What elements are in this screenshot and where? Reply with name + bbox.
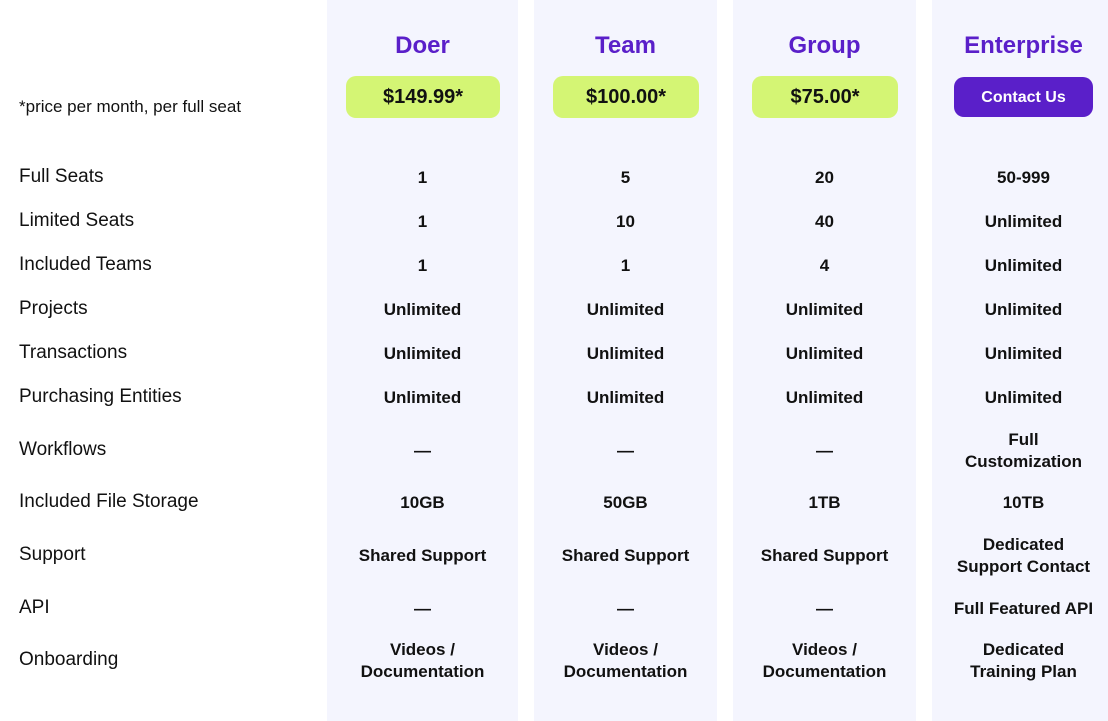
feature-value: Unlimited	[785, 388, 864, 407]
feature-value: Videos / Documentation	[360, 640, 485, 681]
feature-value: Shared Support	[561, 546, 690, 565]
feature-label: Transactions	[19, 342, 128, 363]
feature-value: Full Customization	[964, 430, 1083, 471]
feature-value: Unlimited	[984, 300, 1063, 319]
feature-value: 10	[616, 212, 635, 231]
feature-value: Dedicated Support Contact	[956, 535, 1091, 576]
feature-value: Shared Support	[358, 546, 487, 565]
price-badge-doer: $149.99*	[346, 76, 500, 118]
feature-value: 5	[620, 168, 631, 187]
feature-value: Unlimited	[984, 256, 1063, 275]
feature-value: Unlimited	[785, 344, 864, 363]
plan-name-group: Group	[788, 32, 861, 59]
feature-value: Unlimited	[383, 300, 462, 319]
feature-value: Full Featured API	[953, 599, 1094, 618]
feature-value: 40	[815, 212, 834, 231]
price-badge-team: $100.00*	[553, 76, 699, 118]
feature-value: Shared Support	[760, 546, 889, 565]
feature-value: 1	[620, 256, 631, 275]
feature-value: 1	[417, 256, 428, 275]
feature-value: 1	[417, 168, 428, 187]
feature-value: 50-999	[997, 168, 1050, 187]
feature-value: Videos / Documentation	[762, 640, 887, 681]
feature-value: 10TB	[1002, 493, 1045, 512]
feature-label: Included Teams	[19, 254, 152, 275]
feature-value: —	[414, 441, 431, 460]
feature-label: Limited Seats	[19, 210, 135, 231]
feature-value: Unlimited	[383, 388, 462, 407]
feature-label: Support	[19, 544, 86, 565]
feature-value: —	[816, 441, 833, 460]
feature-value: Unlimited	[586, 300, 665, 319]
feature-value: Unlimited	[984, 388, 1063, 407]
feature-value: Dedicated Training Plan	[970, 640, 1077, 681]
price-badge-group: $75.00*	[752, 76, 898, 118]
plan-name-doer: Doer	[395, 32, 450, 59]
plan-name-team: Team	[595, 32, 656, 59]
feature-value: Unlimited	[383, 344, 462, 363]
feature-value: 20	[815, 168, 834, 187]
feature-value: —	[414, 599, 431, 618]
feature-value: —	[617, 441, 634, 460]
feature-label: Purchasing Entities	[19, 386, 182, 407]
feature-label: API	[19, 597, 50, 618]
feature-value: Unlimited	[984, 344, 1063, 363]
feature-label: Onboarding	[19, 649, 119, 670]
feature-value: —	[816, 599, 833, 618]
feature-value: Unlimited	[984, 212, 1063, 231]
feature-label: Included File Storage	[19, 491, 199, 512]
feature-label: Workflows	[19, 439, 107, 460]
feature-value: 50GB	[603, 493, 648, 512]
price-footnote: *price per month, per full seat	[19, 97, 242, 116]
feature-value: Unlimited	[586, 344, 665, 363]
feature-label: Full Seats	[19, 166, 104, 187]
feature-value: 1TB	[808, 493, 841, 512]
feature-value: Videos / Documentation	[563, 640, 688, 681]
feature-value: 10GB	[400, 493, 445, 512]
feature-value: —	[617, 599, 634, 618]
feature-value: Unlimited	[785, 300, 864, 319]
contact-us-button[interactable]: Contact Us	[954, 77, 1093, 117]
plan-name-enterprise: Enterprise	[964, 32, 1083, 59]
feature-value: Unlimited	[586, 388, 665, 407]
feature-value: 4	[819, 256, 830, 275]
feature-label: Projects	[19, 298, 88, 319]
feature-value: 1	[417, 212, 428, 231]
